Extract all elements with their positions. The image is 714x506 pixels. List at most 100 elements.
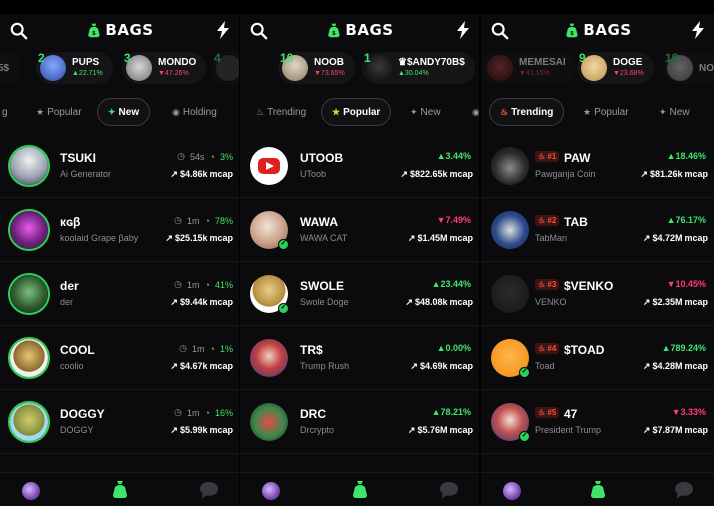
star-icon: ★ [583,106,592,117]
market-cap: ↗ $9.44k mcap [170,297,233,308]
trend-arrow-icon: ↗ [642,425,651,435]
token-symbol: UTOOB [300,151,344,165]
tab-label: g [2,106,8,118]
token-row[interactable]: UTOOB UToob ▲3.44% ↗ $822.65k mcap [240,134,479,198]
ticker-chip[interactable]: MEMESAI ▼41.15% [483,52,576,84]
price-change: ▲789.24% [661,343,706,353]
profile-avatar[interactable] [22,482,40,500]
tab-new[interactable]: ✦ New [649,98,700,126]
token-row[interactable]: TSUKI Ai Generator ◷ 54s ◔ 3% ↗ $4.86k mcap [0,134,239,198]
ticker-chip[interactable]: 4 GE [212,51,239,84]
token-row[interactable]: ✓ WAWA WAWA CAT ▼7.49% ↗ $1.45M mcap [240,198,479,262]
ticker-chip[interactable]: 1 ♛$ANDY70B$ ▲30.04% [362,51,475,84]
trend-arrow-icon: ↗ [165,233,173,243]
token-row[interactable]: ♨ #1 PAW Pawganja Coin ▲18.46% ↗ $81.26k m… [481,134,714,198]
tab-label: New [420,106,441,118]
token-row[interactable]: ✓ ♨ #5 47 President Trump ▼3.33% ↗ $7.87M… [481,390,714,454]
trending-ticker: MEMESAI ▼41.15% 9 DOGE ▼23.68% 10 NO [481,50,714,84]
clock-icon: ◷ [174,279,183,289]
ticker-chip[interactable]: 5$ [0,52,20,84]
token-meta: ◷ 1m ◔ 78% [174,215,233,226]
tab-trending[interactable]: g [0,98,18,126]
token-row[interactable]: DOGGY DOGGY ◷ 1m ◔ 16% ↗ $5.99k mcap [0,390,239,454]
tab-label: New [118,106,140,118]
token-row[interactable]: ✓ SWOLE Swole Doge ▲23.44% ↗ $48.08k mcap [240,262,479,326]
holder-pct: 3% [219,151,233,162]
market-cap: ↗ $4.67k mcap [170,361,233,372]
token-row[interactable]: DRC Drcrypto ▲78.21% ↗ $5.76M mcap [240,390,479,454]
holder-pct: 1% [219,343,233,354]
search-icon[interactable] [10,22,28,40]
tab-label: Trending [267,106,307,118]
token-row[interactable]: ✓ ♨ #4 $TOAD Toad ▲789.24% ↗ $4.28M mcap [481,326,714,390]
app-header: $ BAGS [481,14,714,46]
token-row[interactable]: TR$ Trump Rush ▲0.00% ↗ $4.69k mcap [240,326,479,390]
ticker-chip[interactable]: 3 MONDO ▼47.26% [122,51,207,84]
bag-icon[interactable] [350,479,370,499]
ticker-rank: 10 [280,51,294,65]
logo-text: BAGS [345,21,394,39]
tab-holding[interactable]: ◉ Holding [162,98,227,126]
bag-icon[interactable] [588,479,608,499]
token-symbol: SWOLE [300,279,344,293]
verified-icon: ✓ [519,367,530,378]
clock-icon: ◷ [179,343,188,353]
token-row[interactable]: der der ◷ 1m ◔ 41% ↗ $9.44k mcap [0,262,239,326]
tab-popular[interactable]: ★ Popular [573,98,639,126]
ticker-chip[interactable]: 10 NOOB ▼73.65% [278,51,355,84]
ticker-change: ▼41.15% [519,70,550,77]
token-row[interactable]: кɢβ koolaid Grape βaby ◷ 1m ◔ 78% ↗ $25.15k m… [0,198,239,262]
ticker-name: MEMESAI [519,57,566,68]
sparkle-icon: ✦ [108,106,116,117]
chat-icon[interactable] [439,481,459,499]
token-name: TabMan [535,233,568,243]
chat-icon[interactable] [199,481,219,499]
holder-icon: ◔ [209,151,215,162]
tab-popular[interactable]: ★ Popular [321,98,392,126]
bolt-icon[interactable] [215,21,231,39]
tab-trending[interactable]: ♨ Trending [489,98,565,126]
tab-popular[interactable]: ★ Popular [26,98,92,126]
trend-arrow-icon: ↗ [405,297,413,307]
token-name: President Trump [535,425,602,435]
ticker-chip[interactable]: 9 DOGE ▼23.68% [577,51,654,84]
profile-avatar[interactable] [503,482,521,500]
price-change: ▲0.00% [436,343,471,353]
mcap-value: $4.28M [652,361,683,371]
holding-icon: ◉ [472,106,479,117]
tab-holding[interactable]: ◉ [462,98,479,126]
token-row[interactable]: ♨ #2 TAB TabMan ▲76.17% ↗ $4.72M mcap [481,198,714,262]
mcap-unit: mcap [209,297,233,307]
token-avatar [491,211,529,249]
token-row[interactable]: ♨ #3 $VENKO VENKO ▼10.45% ↗ $2.35M mcap [481,262,714,326]
bag-icon[interactable] [110,479,130,499]
search-icon[interactable] [250,22,268,40]
trend-arrow-icon: ↗ [642,233,651,243]
bolt-icon[interactable] [455,21,471,39]
tab-new[interactable]: ✦ New [97,98,151,126]
ticker-name: NOOB [314,57,344,68]
app-logo: $ BAGS [563,21,631,39]
search-icon[interactable] [491,22,509,40]
token-name: Toad [535,361,555,371]
token-row[interactable]: COOL coolio ◷ 1m ◔ 1% ↗ $4.67k mcap [0,326,239,390]
flame-icon: ♨ [500,106,509,117]
profile-avatar[interactable] [262,482,280,500]
ticker-chip[interactable]: 2 PUPS ▲22.71% [36,51,113,84]
ticker-chip[interactable]: 10 NO [663,51,714,84]
rank-badge: ♨ #1 [535,151,560,162]
flame-icon: ♨ [256,106,265,117]
chat-icon[interactable] [674,481,694,499]
ticker-change: ▼47.26% [158,70,189,77]
tab-new[interactable]: ✦ New [400,98,451,126]
mcap-unit: mcap [449,297,473,307]
mcap-unit: mcap [209,169,233,179]
ticker-rank: 10 [665,51,679,65]
token-avatar [491,275,529,313]
trend-arrow-icon: ↗ [170,425,178,435]
token-name: VENKO [535,297,567,307]
bolt-icon[interactable] [690,21,706,39]
token-name: der [60,297,74,307]
bottom-nav [0,472,239,506]
tab-trending[interactable]: ♨ Trending [246,98,316,126]
